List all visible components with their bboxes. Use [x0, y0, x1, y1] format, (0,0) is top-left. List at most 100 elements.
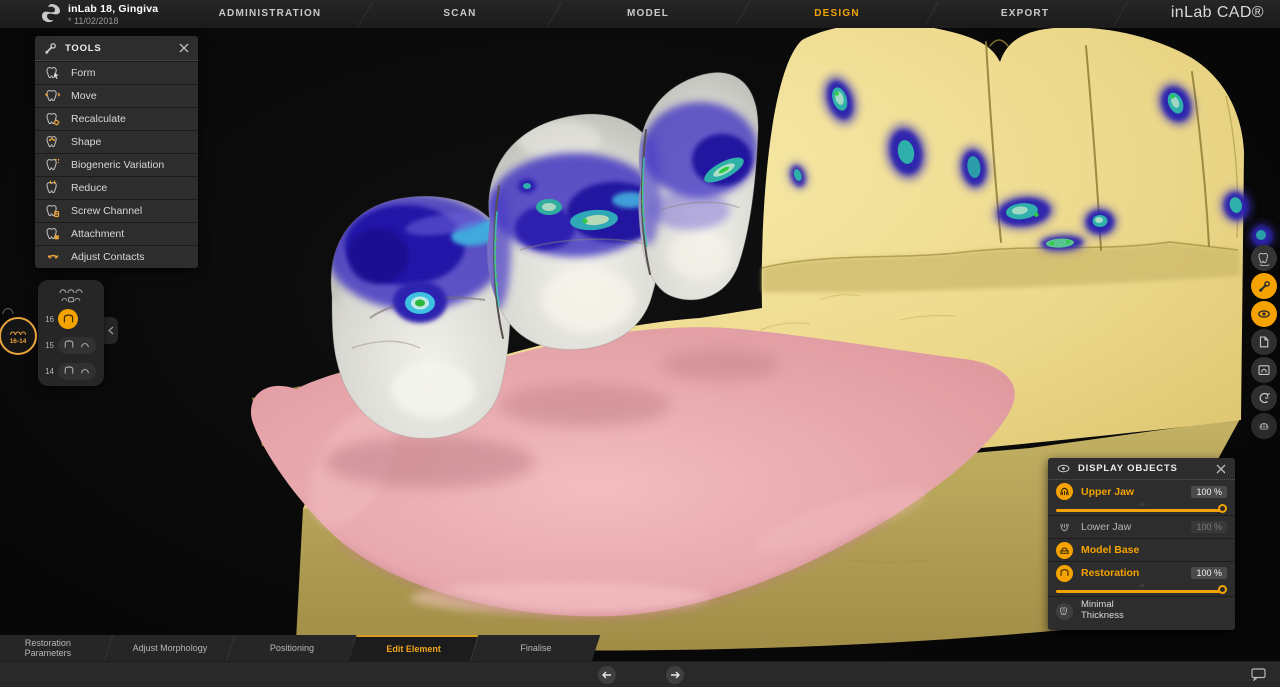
crown-16[interactable]	[327, 194, 510, 438]
tab-scan[interactable]: SCAN	[443, 0, 476, 28]
tab-model[interactable]: MODEL	[627, 0, 669, 28]
position-restoration-button[interactable]	[1251, 245, 1277, 271]
screw-channel-icon	[45, 203, 61, 219]
previous-step-button[interactable]	[598, 666, 616, 684]
restoration-opacity-value: 100 %	[1191, 567, 1227, 579]
tooth-panel-collapse-handle[interactable]	[104, 317, 118, 344]
tooth-form-icon	[45, 65, 61, 81]
crown-outline-icon	[63, 365, 75, 377]
display-row-minimal-thickness[interactable]: Minimal Thickness	[1048, 596, 1235, 625]
upper-jaw-slider	[1056, 503, 1227, 515]
step-adjust-morphology[interactable]: Adjust Morphology	[104, 635, 234, 661]
display-objects-panel: DISPLAY OBJECTS Upper Jaw 100 % Lower Ja…	[1048, 458, 1235, 630]
nav-separator	[358, 2, 373, 26]
upper-jaw-icon	[1056, 483, 1073, 500]
upper-jaw-opacity-value: 100 %	[1191, 486, 1227, 498]
tooth-recalculate-icon	[45, 111, 61, 127]
minimal-thickness-icon	[1056, 603, 1073, 620]
tool-item-screw-channel[interactable]: Screw Channel	[35, 199, 198, 222]
sirona-logo-icon	[40, 3, 62, 25]
tool-item-adjust-contacts[interactable]: Adjust Contacts	[35, 245, 198, 268]
restoration-icon	[1056, 565, 1073, 582]
display-row-lower-jaw[interactable]: Lower Jaw 100 %	[1048, 515, 1235, 538]
articulator-arrow-icon	[1257, 391, 1271, 405]
tool-item-move[interactable]: Move	[35, 84, 198, 107]
jaw-functions-button[interactable]	[1251, 413, 1277, 439]
group-range-label: 16-14	[10, 338, 27, 345]
tools-button[interactable]	[1251, 273, 1277, 299]
next-step-button[interactable]	[666, 666, 684, 684]
display-row-restoration[interactable]: Restoration 100 %	[1048, 561, 1235, 584]
chat-bubble-icon	[1251, 668, 1266, 681]
nav-separator	[547, 2, 562, 26]
tab-design[interactable]: DESIGN	[814, 0, 860, 28]
chat-button[interactable]	[1251, 668, 1266, 686]
tool-item-biogeneric-variation[interactable]: Biogeneric Variation	[35, 153, 198, 176]
pontic-icon	[79, 365, 91, 377]
tab-administration[interactable]: ADMINISTRATION	[219, 0, 322, 28]
crown-icon	[62, 313, 75, 326]
crown-14[interactable]	[637, 73, 758, 300]
articulation-button[interactable]	[1251, 385, 1277, 411]
tab-export[interactable]: EXPORT	[1001, 0, 1049, 28]
jaw-icon	[1257, 419, 1271, 433]
nav-separator	[1113, 2, 1128, 26]
tooth-16-crown-button[interactable]	[58, 309, 78, 329]
tooth-15-type-toggle[interactable]	[58, 337, 96, 354]
tools-panel-header: TOOLS	[35, 36, 198, 61]
bridge-icon	[38, 280, 104, 304]
tools-panel-title: TOOLS	[65, 43, 171, 54]
display-row-upper-jaw[interactable]: Upper Jaw 100 %	[1048, 480, 1235, 503]
tools-panel: TOOLS Form Move Recalculate Shape Biogen…	[35, 36, 198, 268]
brand-logo-text: inLab CAD®	[1171, 4, 1264, 22]
restoration-slider	[1056, 584, 1227, 596]
tool-item-reduce[interactable]: Reduce	[35, 176, 198, 199]
view-options-button[interactable]	[1251, 357, 1277, 383]
slider-thumb[interactable]	[1218, 504, 1227, 513]
workflow-steps: Restoration Parameters Adjust Morphology…	[0, 635, 596, 661]
tool-item-attachment[interactable]: Attachment	[35, 222, 198, 245]
tooth-row-14: 14	[38, 360, 104, 382]
slider-thumb[interactable]	[1218, 585, 1227, 594]
case-date: * 11/02/2018	[68, 16, 158, 26]
wrench-icon	[1258, 280, 1271, 293]
step-edit-element[interactable]: Edit Element	[348, 635, 478, 661]
display-objects-button[interactable]	[1251, 301, 1277, 327]
tooth-rotate-icon	[1257, 251, 1272, 266]
slider-caret	[1138, 583, 1146, 587]
slider-track[interactable]	[1056, 590, 1223, 593]
restoration-group-badge[interactable]: 16-14	[0, 317, 37, 355]
document-icon	[1257, 335, 1271, 349]
tooth-selector-panel: 16 15 14	[38, 280, 104, 386]
slider-track[interactable]	[1056, 509, 1223, 512]
bottom-bar	[0, 661, 1280, 687]
step-positioning[interactable]: Positioning	[226, 635, 356, 661]
close-icon[interactable]	[179, 43, 189, 53]
crown-15[interactable]	[483, 114, 663, 349]
tooth-14-type-toggle[interactable]	[58, 363, 96, 380]
tooth-reduce-icon	[45, 180, 61, 196]
close-icon[interactable]	[1216, 464, 1226, 474]
adjust-contacts-icon	[45, 249, 61, 265]
lower-jaw-icon	[1056, 519, 1073, 536]
tool-item-shape[interactable]: Shape	[35, 130, 198, 153]
display-objects-header: DISPLAY OBJECTS	[1048, 458, 1235, 480]
step-finalise[interactable]: Finalise	[470, 635, 600, 661]
nav-separator	[735, 2, 750, 26]
eye-icon	[1257, 307, 1271, 321]
slider-caret	[1138, 502, 1146, 506]
crown-outline-icon	[63, 339, 75, 351]
arrow-right-icon	[670, 671, 680, 679]
step-restoration-parameters[interactable]: Restoration Parameters	[0, 635, 112, 661]
case-details-button[interactable]	[1251, 329, 1277, 355]
tooth-number: 14	[38, 367, 54, 376]
app-window: inLab 18, Gingiva * 11/02/2018 ADMINISTR…	[0, 0, 1280, 687]
top-bar: inLab 18, Gingiva * 11/02/2018 ADMINISTR…	[0, 0, 1280, 28]
tool-item-recalculate[interactable]: Recalculate	[35, 107, 198, 130]
attachment-icon	[45, 226, 61, 242]
case-title: inLab 18, Gingiva	[68, 3, 158, 15]
display-row-model-base[interactable]: Model Base	[1048, 538, 1235, 561]
partial-dome-icon	[1, 303, 15, 315]
tool-item-form[interactable]: Form	[35, 61, 198, 84]
model-base-icon	[1056, 542, 1073, 559]
